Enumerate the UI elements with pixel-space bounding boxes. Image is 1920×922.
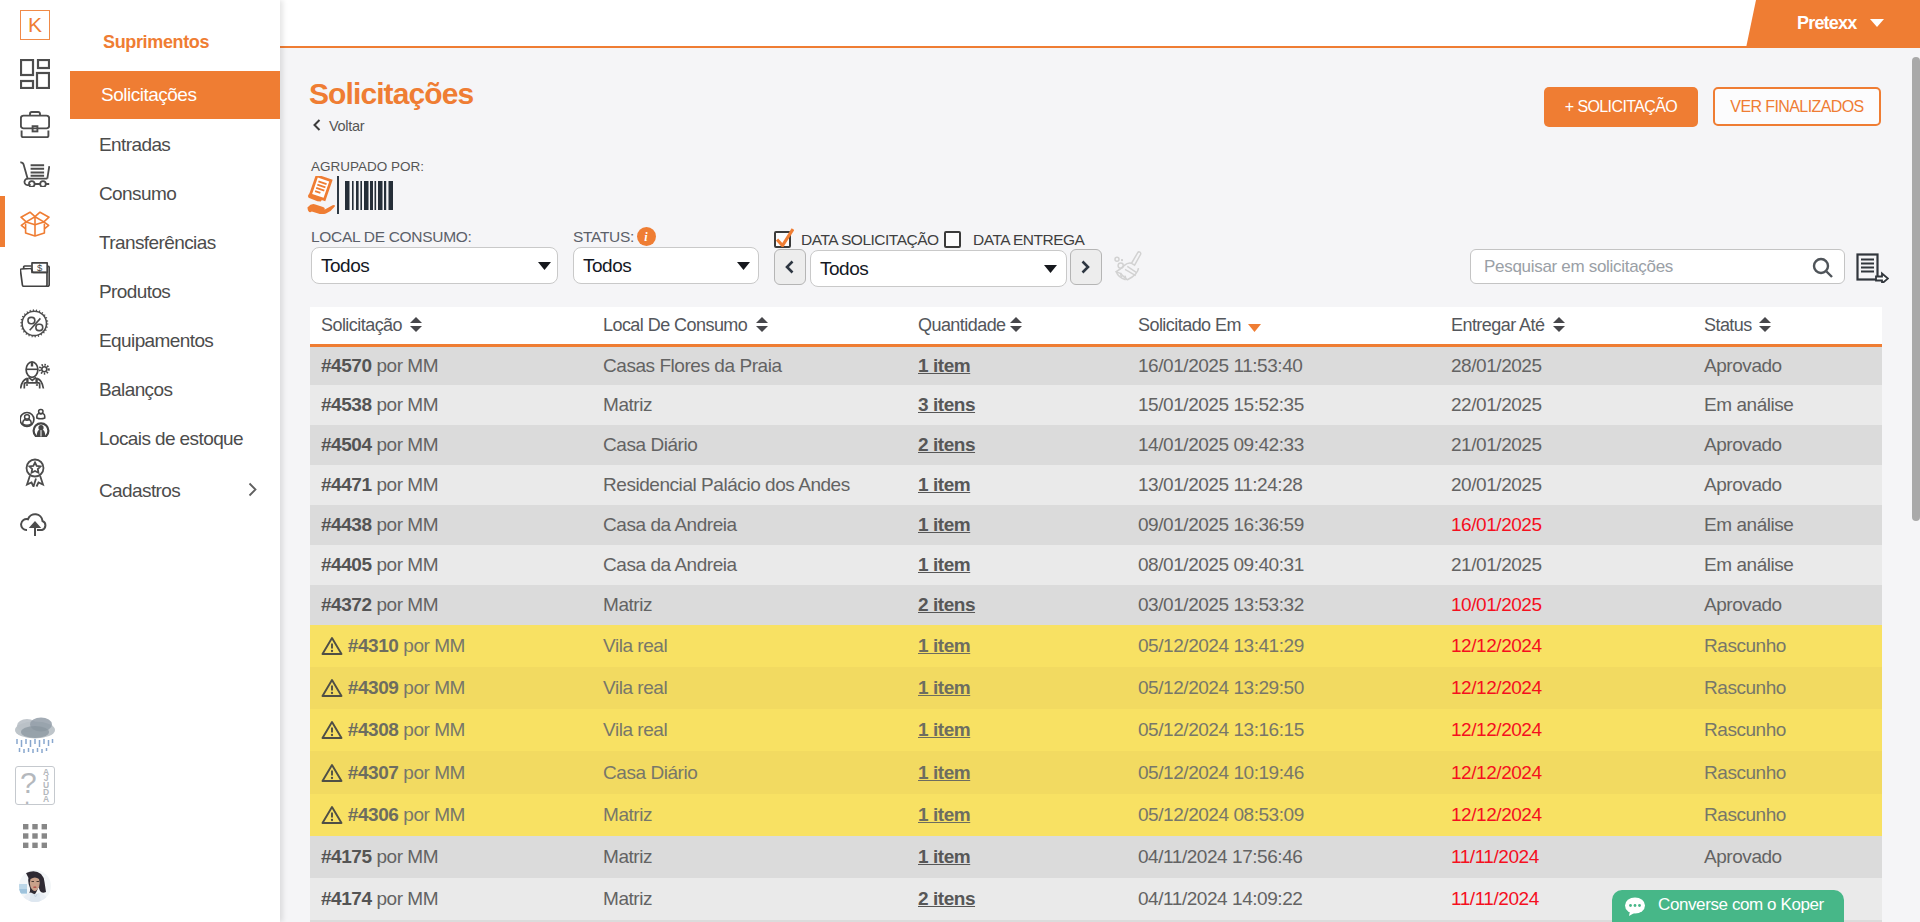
svg-text:$: $ [37,262,43,273]
